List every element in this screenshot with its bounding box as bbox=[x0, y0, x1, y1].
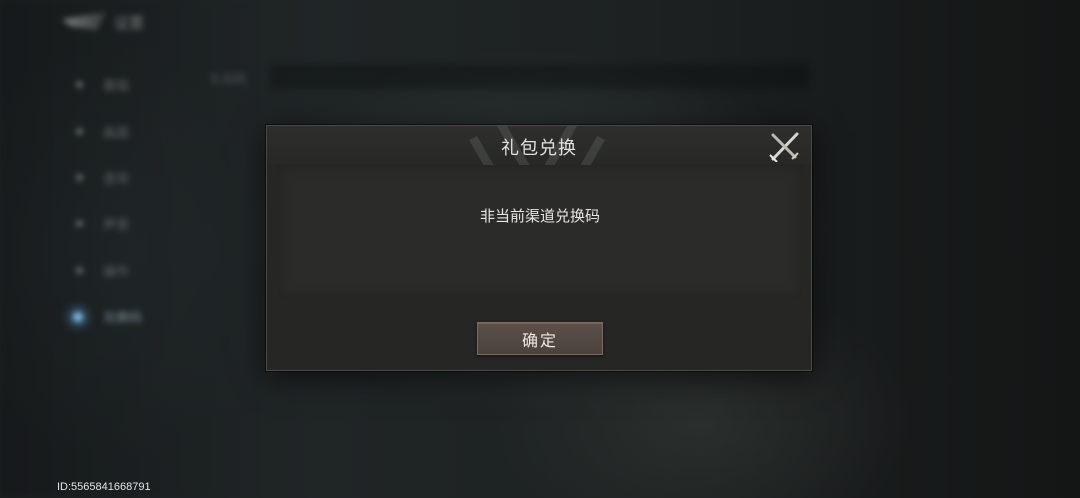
settings-content-bar bbox=[270, 64, 810, 88]
menu-item-label: 兑换码 bbox=[103, 311, 143, 326]
close-button[interactable] bbox=[767, 130, 801, 163]
menu-item-sound-effects[interactable]: 音效 bbox=[76, 168, 129, 187]
dialog-message-panel: 非当前渠道兑换码 bbox=[278, 165, 802, 298]
bullet-icon bbox=[76, 267, 83, 274]
menu-item-label: 基础 bbox=[103, 79, 130, 94]
menu-item-graphics[interactable]: 画面 bbox=[76, 122, 129, 141]
menu-item-label: 音效 bbox=[103, 172, 130, 187]
menu-item-basic[interactable]: 基础 bbox=[76, 75, 129, 94]
bullet-icon bbox=[76, 128, 83, 135]
active-bullet-icon bbox=[73, 311, 83, 322]
dialog-title: 礼包兑换 bbox=[501, 138, 577, 159]
menu-item-audio[interactable]: 声音 bbox=[76, 214, 129, 233]
menu-item-controls[interactable]: 操作 bbox=[76, 261, 129, 280]
menu-item-label: 操作 bbox=[103, 265, 130, 280]
confirm-button[interactable]: 确定 bbox=[477, 322, 603, 355]
settings-title: 设置 bbox=[114, 14, 145, 32]
bullet-icon bbox=[76, 220, 83, 227]
player-id-label: ID:5565841668791 bbox=[57, 481, 151, 493]
gift-redeem-dialog: 礼包兑换 非当前渠道兑换码 确定 bbox=[266, 125, 812, 371]
menu-item-redeem-code[interactable]: 兑换码 bbox=[73, 307, 142, 326]
menu-item-label: 画面 bbox=[103, 126, 130, 141]
menu-item-label: 声音 bbox=[103, 218, 130, 233]
crossed-swords-close-icon bbox=[769, 132, 799, 163]
dialog-message: 非当前渠道兑换码 bbox=[479, 207, 600, 225]
settings-subtitle: 礼包码 bbox=[210, 72, 247, 86]
bullet-icon bbox=[76, 81, 83, 88]
bullet-icon bbox=[76, 174, 83, 181]
game-screen: 设置 礼包码 基础 画面 音效 声音 操作 兑换码 礼包兑换 非当前渠道兑换码 … bbox=[0, 0, 1080, 498]
